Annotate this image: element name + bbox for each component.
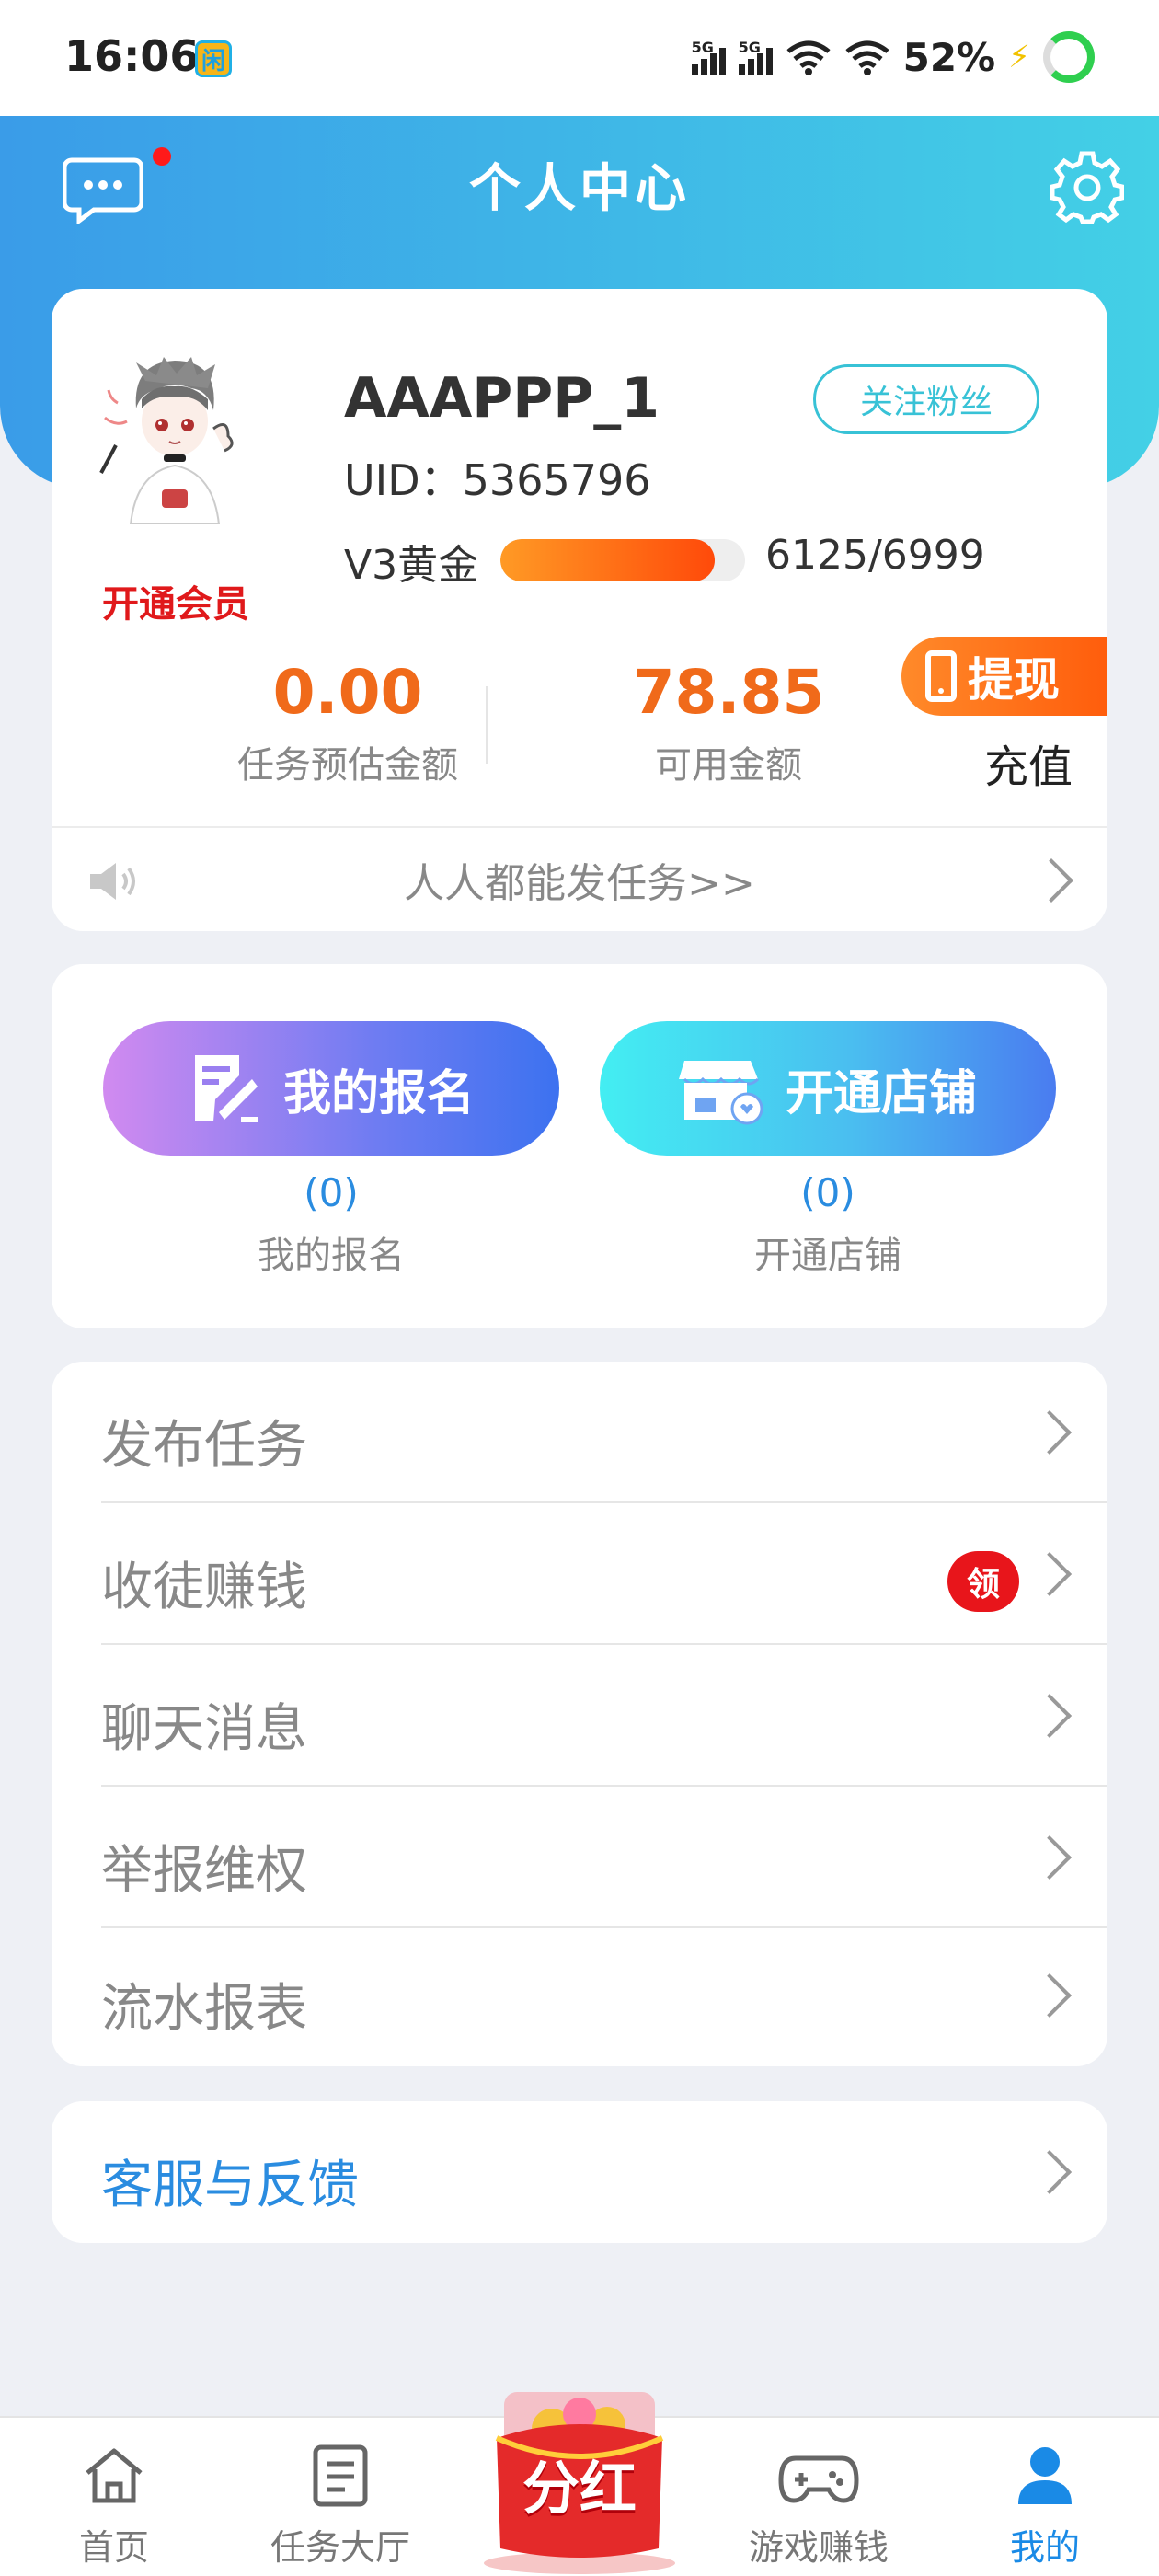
my-signup-label: 我的报名 (282, 1065, 475, 1121)
my-signup-button[interactable]: 我的报名 (103, 1021, 559, 1156)
shop-icon (678, 1061, 763, 1125)
customer-service-label: 客服与反馈 (101, 2156, 359, 2215)
chevron-right-icon (1027, 1972, 1073, 2018)
tab-label: 游戏赚钱 (748, 2527, 889, 2568)
estimated-task-amount: 0.00 任务预估金额 (210, 657, 486, 788)
home-icon (86, 2448, 143, 2503)
recharge-link[interactable]: 充值 (984, 730, 1073, 795)
follow-fans-button[interactable]: 关注粉丝 (813, 364, 1039, 434)
tab-label: 任务大厅 (270, 2527, 410, 2568)
status-bar: 16:06 闲 5G 5G 52% ⚡ (0, 0, 1159, 116)
page-title: 个人中心 (469, 159, 690, 219)
claim-badge: 领 (947, 1551, 1019, 1612)
wifi-icon (845, 40, 889, 75)
tab-label: 首页 (78, 2527, 149, 2568)
app-notification-icon: 闲 (195, 40, 232, 77)
avatar[interactable] (99, 344, 250, 524)
stat-divider (486, 686, 488, 764)
wifi-icon (786, 40, 831, 75)
menu-item-transaction-report[interactable]: 流水报表 (52, 1925, 1107, 2066)
user-uid: UID：5365796 (344, 455, 651, 505)
username: AAAPPP_1 (344, 366, 660, 431)
withdraw-button[interactable]: 提现 (901, 637, 1107, 716)
chevron-right-icon (1027, 1409, 1073, 1455)
signal-label: 5G (691, 39, 714, 56)
chevron-right-icon (1027, 2149, 1073, 2195)
open-vip-link[interactable]: 开通会员 (79, 574, 272, 627)
speaker-icon (90, 863, 135, 900)
available-amount: 78.85 可用金额 (591, 657, 866, 788)
level-value: 6125/6999 (765, 532, 985, 579)
menu-item-label: 发布任务 (101, 1416, 307, 1476)
open-shop-caption: 开通店铺 (754, 1235, 901, 1277)
signal-icon: 5G (738, 39, 773, 75)
level-progress-fill (500, 539, 715, 581)
menu-item-label: 举报维权 (101, 1841, 307, 1901)
bonus-tab-label: 分红 (522, 2455, 637, 2522)
withdraw-label: 提现 (968, 653, 1060, 707)
menu-item-report-rights[interactable]: 举报维权 (52, 1787, 1107, 1928)
level-progress-bar (500, 539, 745, 581)
tab-mine[interactable]: 我的 (953, 2444, 1137, 2570)
menu-item-publish-task[interactable]: 发布任务 (52, 1362, 1107, 1503)
menu-item-label: 收徒赚钱 (101, 1558, 307, 1617)
status-indicators: 5G 5G 52% ⚡ (691, 29, 1095, 85)
menu-item-label: 聊天消息 (101, 1699, 307, 1759)
actions-card: 我的报名 (0) 我的报名 开通店铺 (0) 开通店铺 (52, 964, 1107, 1328)
my-signup-count: (0) (304, 1170, 359, 1215)
gamepad-icon (778, 2455, 859, 2503)
open-shop-count: (0) (800, 1170, 855, 1215)
edit-note-icon (194, 1055, 258, 1122)
battery-percent: 52% (902, 34, 996, 80)
stat-value: 0.00 (272, 657, 423, 728)
status-time: 16:06 (64, 31, 200, 81)
open-shop-button[interactable]: 开通店铺 (600, 1021, 1056, 1156)
tab-label: 我的 (1009, 2527, 1080, 2568)
chevron-right-icon (1027, 1834, 1073, 1880)
profile-card: 开通会员 AAAPPP_1 关注粉丝 UID：5365796 V3黄金 6125… (52, 289, 1107, 931)
user-icon (1018, 2447, 1072, 2504)
menu-item-label: 流水报表 (101, 1979, 307, 2039)
level-label: V3黄金 (344, 542, 479, 589)
notice-bar[interactable]: 人人都能发任务>> (52, 828, 1107, 931)
task-list-icon (313, 2444, 368, 2507)
tab-game-earn[interactable]: 游戏赚钱 (727, 2444, 911, 2570)
open-shop-label: 开通店铺 (785, 1065, 977, 1121)
notice-text: 人人都能发任务>> (404, 860, 755, 907)
stat-value: 78.85 (632, 657, 825, 728)
signal-label: 5G (738, 39, 761, 56)
customer-service-card[interactable]: 客服与反馈 (52, 2101, 1107, 2243)
gear-icon[interactable] (1050, 151, 1124, 224)
phone-icon (925, 650, 957, 702)
chevron-right-icon (1027, 1551, 1073, 1597)
menu-item-chat-messages[interactable]: 聊天消息 (52, 1645, 1107, 1787)
battery-icon (1043, 31, 1095, 83)
tab-task-hall[interactable]: 任务大厅 (248, 2444, 432, 2570)
stat-label: 任务预估金额 (237, 744, 458, 787)
menu-card: 发布任务 收徒赚钱 领 聊天消息 举报维权 流水报表 (52, 1362, 1107, 2066)
chevron-right-icon (1028, 857, 1074, 903)
signal-icon: 5G (691, 39, 726, 75)
unread-dot (153, 147, 171, 166)
chat-bubble-icon[interactable] (63, 156, 143, 224)
my-signup-caption: 我的报名 (258, 1235, 405, 1277)
chevron-right-icon (1027, 1693, 1073, 1739)
menu-item-recruit-earn[interactable]: 收徒赚钱 领 (52, 1503, 1107, 1645)
stat-label: 可用金额 (655, 744, 802, 787)
charging-icon: ⚡ (1008, 39, 1030, 75)
tab-home[interactable]: 首页 (22, 2444, 206, 2570)
